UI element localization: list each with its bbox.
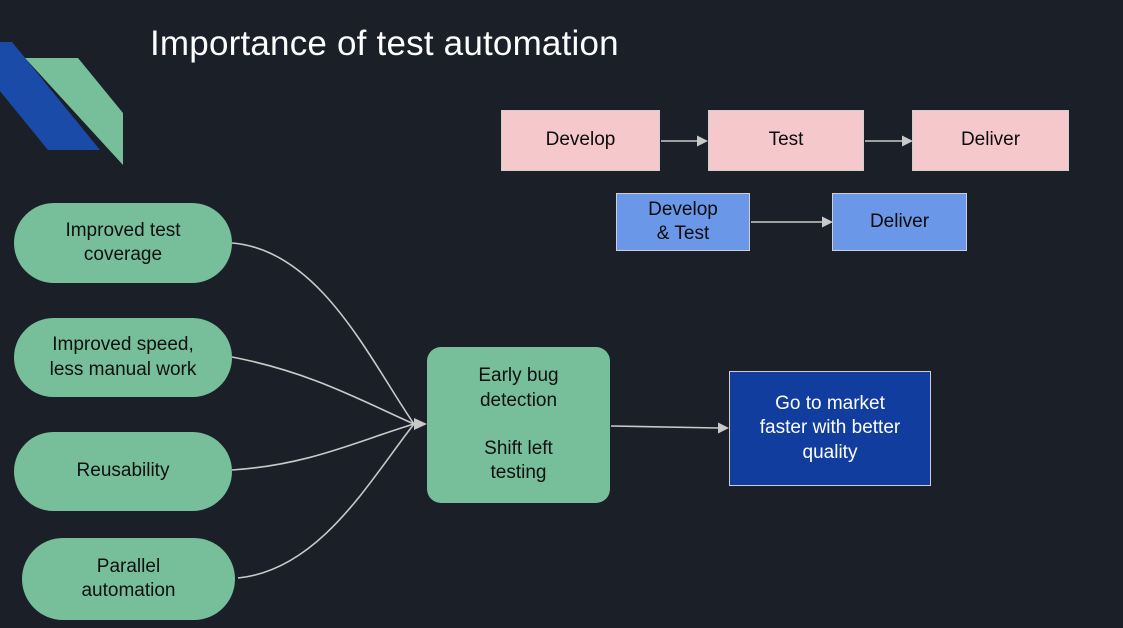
benefit-label: Improved test coverage — [65, 219, 181, 265]
logo-green-parallelogram — [25, 58, 123, 165]
benefit-parallel-automation[interactable]: Parallel automation — [22, 538, 235, 620]
flow-step-develop[interactable]: Develop — [501, 110, 660, 171]
arrow-developtest-to-deliver — [751, 216, 833, 228]
flow-step-deliver-automated[interactable]: Deliver — [832, 193, 967, 251]
result-box[interactable]: Go to market faster with better quality — [729, 371, 931, 486]
flow-step-deliver[interactable]: Deliver — [912, 110, 1069, 171]
flow-step-label: Develop — [545, 129, 616, 151]
result-label: Go to market faster with better quality — [759, 393, 901, 463]
benefit-improved-speed[interactable]: Improved speed, less manual work — [14, 318, 232, 397]
flow-step-label: Deliver — [960, 129, 1021, 151]
arrow-test-to-deliver — [865, 135, 913, 147]
flow-step-label: Deliver — [869, 210, 930, 232]
flow-step-test[interactable]: Test — [708, 110, 864, 171]
benefit-label: Improved speed, less manual work — [49, 334, 197, 380]
benefit-reusability[interactable]: Reusability — [14, 432, 232, 511]
flow-step-label: Develop & Test — [648, 198, 718, 244]
brand-logo — [0, 42, 123, 165]
logo-blue-parallelogram — [0, 42, 100, 150]
benefit-label: Reusability — [76, 460, 170, 482]
connector-layer — [231, 135, 913, 579]
page-title: Importance of test automation — [150, 24, 619, 63]
benefit-improved-test-coverage[interactable]: Improved test coverage — [14, 203, 232, 283]
benefit-connectors — [231, 242, 427, 579]
arrow-develop-to-test — [661, 135, 708, 147]
slide-canvas: Importance of test automation Develop Te… — [0, 0, 1123, 628]
arrow-outcome-to-result — [610, 422, 729, 434]
benefit-label: Parallel automation — [81, 555, 176, 601]
outcome-box[interactable]: Early bug detection Shift left testing — [427, 347, 610, 503]
flow-step-develop-and-test[interactable]: Develop & Test — [616, 193, 750, 251]
outcome-label: Early bug detection Shift left testing — [478, 365, 559, 484]
flow-step-label: Test — [768, 129, 804, 151]
